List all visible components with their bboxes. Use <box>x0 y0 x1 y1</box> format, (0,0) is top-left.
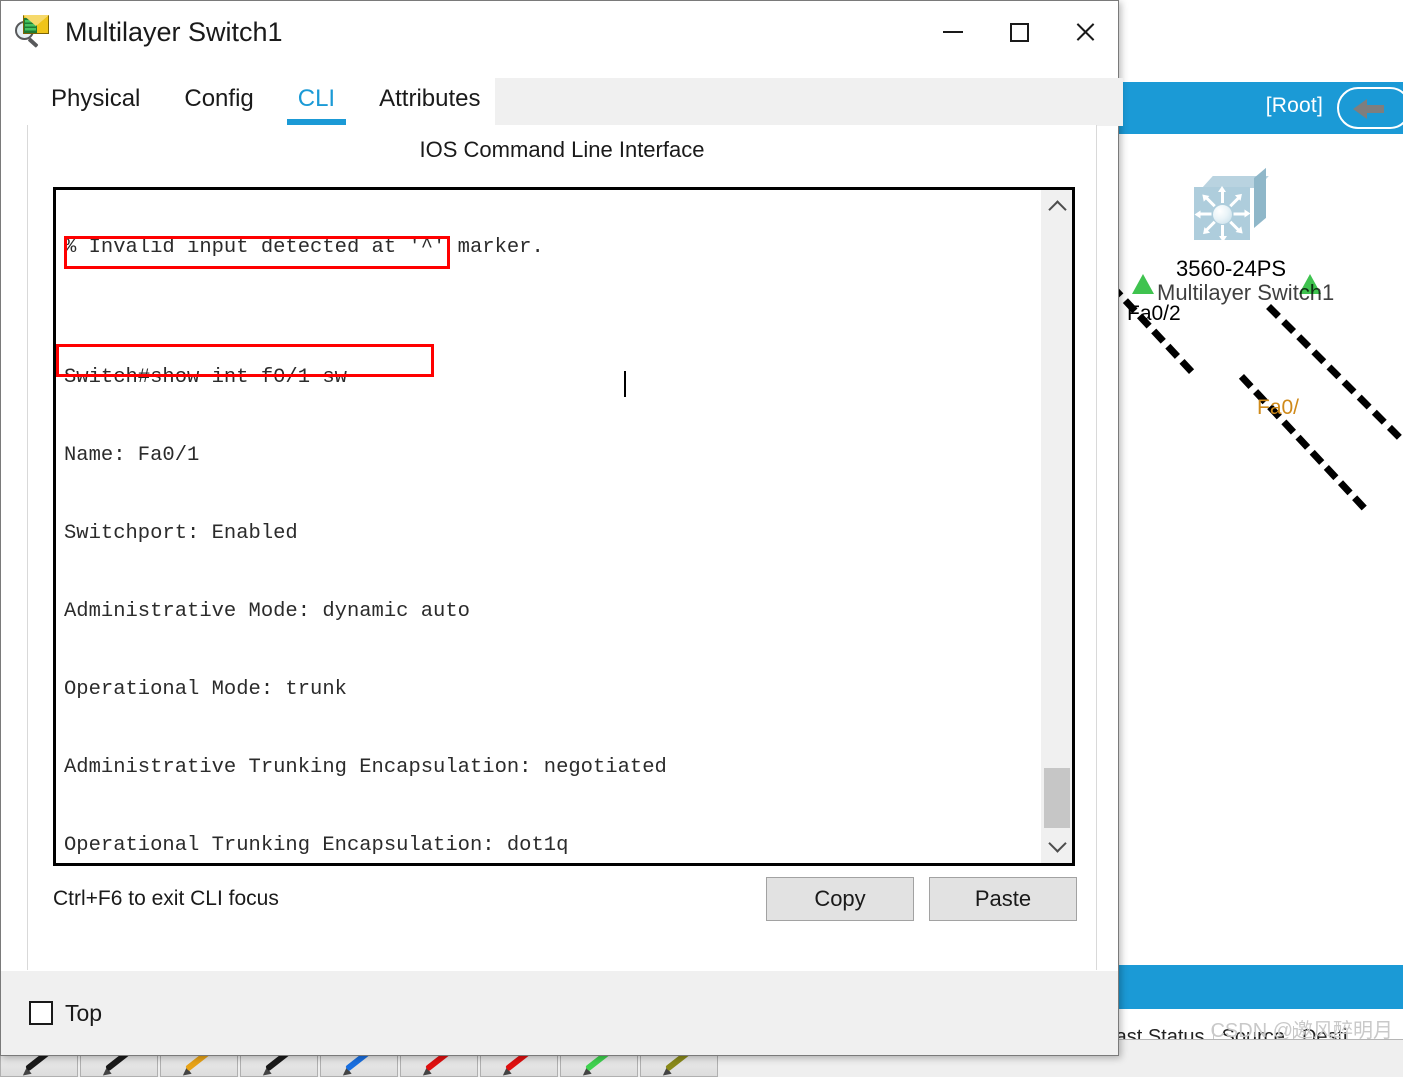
terminal-line: Operational Trunking Encapsulation: dot1… <box>64 834 569 857</box>
switch-side-face <box>1254 167 1266 228</box>
scrollbar-thumb[interactable] <box>1044 768 1070 828</box>
tab-physical[interactable]: Physical <box>51 85 140 119</box>
paste-button[interactable]: Paste <box>929 877 1077 921</box>
panel-title: IOS Command Line Interface <box>419 137 705 162</box>
dialog-footer: Top <box>1 970 1118 1055</box>
arrow-n-icon <box>1218 186 1226 203</box>
copy-button[interactable]: Copy <box>766 877 914 921</box>
maximize-button[interactable] <box>986 1 1052 63</box>
device-label-name: Multilayer Switch1 <box>1157 280 1335 305</box>
terminal-line: Switchport: Enabled <box>64 522 298 545</box>
magnifier-handle-icon <box>27 37 39 48</box>
root-label: [Root] <box>1265 94 1323 117</box>
left-arrow-tail-icon <box>1366 105 1384 113</box>
arrow-e-icon <box>1233 212 1246 216</box>
link-right <box>1238 374 1367 511</box>
terminal-line: Administrative Trunking Encapsulation: n… <box>64 756 667 779</box>
arrow-w-icon <box>1199 212 1212 216</box>
cli-output[interactable]: % Invalid input detected at '^' marker. … <box>56 190 1041 863</box>
maximize-icon <box>1009 22 1029 42</box>
minimize-button[interactable] <box>920 1 986 63</box>
envelope-flap-icon <box>23 15 49 26</box>
terminal-line-command: Switch#show int f0/1 sw <box>64 366 347 389</box>
terminal-line: Administrative Mode: dynamic auto <box>64 600 470 623</box>
switch-center-sphere <box>1213 205 1232 224</box>
scroll-down-button[interactable] <box>1042 831 1072 861</box>
text-caret <box>624 371 626 397</box>
window-title: Multilayer Switch1 <box>65 16 283 47</box>
top-checkbox-label: Top <box>65 999 103 1026</box>
tab-attributes[interactable]: Attributes <box>379 85 480 119</box>
terminal-container: % Invalid input detected at '^' marker. … <box>53 187 1075 866</box>
minimize-icon <box>943 31 963 33</box>
port-label-fa02: Fa0/2 <box>1127 302 1181 325</box>
terminal-scrollbar[interactable] <box>1041 190 1072 863</box>
terminal-line: % Invalid input detected at '^' marker. <box>64 236 544 259</box>
port-label-fa0-right: Fa0/ <box>1257 396 1300 419</box>
tab-cli[interactable]: CLI <box>286 85 347 125</box>
link-status-up-left <box>1132 274 1154 294</box>
close-button[interactable] <box>1052 1 1118 63</box>
scroll-up-button[interactable] <box>1042 192 1072 222</box>
cli-focus-hint: Ctrl+F6 to exit CLI focus <box>53 887 279 910</box>
chevron-down-icon <box>1047 834 1067 853</box>
device-dialog-window: Multilayer Switch1 Physical Config CLI A… <box>0 0 1123 1056</box>
cli-panel: IOS Command Line Interface % Invalid inp… <box>27 125 1097 971</box>
magnifier-envelope-icon <box>13 12 53 52</box>
top-checkbox[interactable] <box>29 1001 53 1025</box>
chevron-up-icon <box>1047 200 1067 219</box>
close-icon <box>1074 21 1096 43</box>
terminal-line: Name: Fa0/1 <box>64 444 200 467</box>
terminal-line-operational-mode: Operational Mode: trunk <box>64 678 347 701</box>
device-label-model: 3560-24PS <box>1176 256 1287 281</box>
dialog-titlebar[interactable]: Multilayer Switch1 <box>1 1 1118 64</box>
back-arrow-button[interactable] <box>1337 87 1403 129</box>
multilayer-switch-icon[interactable] <box>1194 167 1269 242</box>
window-controls <box>920 1 1118 63</box>
arrow-s-icon <box>1221 225 1224 237</box>
tab-bar: Physical Config CLI Attributes <box>27 78 1123 126</box>
left-arrow-icon <box>1353 99 1367 119</box>
tab-config[interactable]: Config <box>184 85 253 119</box>
